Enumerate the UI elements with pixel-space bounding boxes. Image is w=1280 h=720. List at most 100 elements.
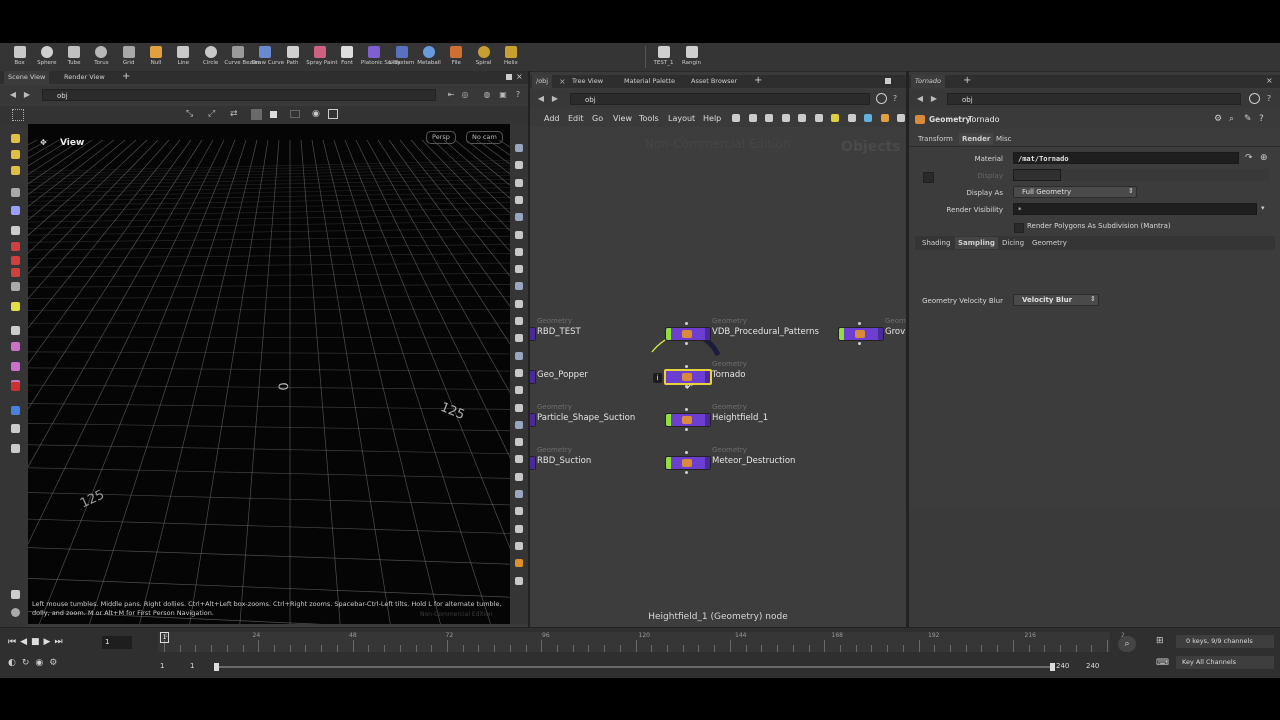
display-option-icon[interactable] bbox=[515, 368, 523, 377]
node-name-field[interactable]: Tornado bbox=[968, 114, 1138, 126]
node-body[interactable] bbox=[664, 369, 712, 385]
loop-icon[interactable]: ↻ bbox=[22, 658, 36, 668]
menu-view[interactable]: View bbox=[613, 114, 632, 123]
node-info-badge[interactable]: i bbox=[653, 373, 662, 383]
menu-add[interactable]: Add bbox=[544, 114, 560, 123]
input-connector[interactable] bbox=[685, 322, 688, 325]
range-start-handle[interactable] bbox=[214, 663, 219, 671]
shelf-tool-font[interactable]: Font bbox=[334, 44, 361, 70]
shelf-tool-helix[interactable]: Helix bbox=[497, 44, 524, 70]
shelf-tool-box[interactable]: Box bbox=[6, 44, 33, 70]
node-flag-right[interactable] bbox=[530, 414, 535, 426]
params-path-field[interactable]: obj bbox=[947, 93, 1241, 105]
display-option-icon[interactable] bbox=[515, 524, 523, 533]
jump-end-icon[interactable]: ⏭ bbox=[54, 637, 66, 647]
tab-tornado[interactable]: Tornado bbox=[911, 75, 946, 88]
display-mode-icon[interactable] bbox=[270, 111, 277, 118]
record-icon[interactable] bbox=[11, 256, 20, 265]
stop-icon[interactable]: ■ bbox=[31, 637, 44, 647]
node-flag-right[interactable] bbox=[705, 414, 710, 426]
output-connector[interactable] bbox=[685, 385, 688, 388]
shelf-tool-platonic-solids[interactable]: Platonic Solids bbox=[361, 44, 401, 70]
node-body[interactable] bbox=[838, 327, 884, 341]
node-flag-right[interactable] bbox=[530, 457, 535, 469]
node-body[interactable] bbox=[530, 327, 536, 341]
pane-close-icon[interactable]: × bbox=[1266, 75, 1273, 87]
display-option-icon[interactable] bbox=[515, 317, 523, 325]
display-option-icon[interactable] bbox=[515, 541, 523, 550]
view-reset-icon[interactable] bbox=[11, 608, 20, 617]
display-option-icon[interactable] bbox=[515, 195, 523, 204]
search-icon[interactable] bbox=[897, 114, 905, 122]
node-body[interactable] bbox=[530, 456, 536, 470]
viewport-path-field[interactable]: obj bbox=[42, 89, 436, 101]
3d-viewport[interactable]: ✥ View Persp No cam 125 0 125 Left mouse… bbox=[28, 124, 510, 624]
key-all-channels-menu[interactable]: Key All Channels bbox=[1176, 656, 1274, 669]
display-option-icon[interactable] bbox=[515, 386, 523, 395]
help-icon[interactable]: ? bbox=[1259, 114, 1264, 124]
display-flag[interactable] bbox=[666, 328, 671, 340]
tab-tree-view[interactable]: Tree View bbox=[568, 75, 607, 88]
display-option-icon[interactable] bbox=[515, 161, 523, 170]
jump-start-icon[interactable]: ⏮ bbox=[8, 637, 20, 647]
magnet-red-icon[interactable] bbox=[11, 382, 20, 391]
select-icon[interactable] bbox=[11, 166, 20, 175]
node-flag-right[interactable] bbox=[530, 371, 535, 383]
display-option-icon[interactable] bbox=[515, 334, 523, 343]
material-field[interactable]: /mat/Tornado bbox=[1013, 152, 1239, 164]
menu-edit[interactable]: Edit bbox=[568, 114, 584, 123]
output-connector[interactable] bbox=[858, 342, 861, 345]
forward-icon[interactable]: ▶ bbox=[550, 94, 560, 104]
move-icon[interactable] bbox=[11, 282, 20, 291]
lasso-icon[interactable] bbox=[11, 406, 20, 415]
input-connector[interactable] bbox=[685, 408, 688, 411]
snapshot-icon[interactable]: ◍ bbox=[482, 90, 492, 100]
pin-icon[interactable] bbox=[11, 226, 20, 235]
channel-icon[interactable]: ⊞ bbox=[1156, 636, 1164, 646]
shelf-tool-draw-curve[interactable]: Draw Curve bbox=[252, 44, 284, 70]
tab-transform[interactable]: Transform bbox=[915, 133, 956, 145]
jump-icon[interactable]: ↷ bbox=[1245, 153, 1253, 163]
network-editor[interactable]: Non-Commercial Edition Objects i ➚ Heigh… bbox=[530, 127, 906, 627]
end-frame-field[interactable]: 240 bbox=[1086, 662, 1099, 670]
handle-icon[interactable] bbox=[11, 150, 20, 159]
measure-icon[interactable] bbox=[11, 326, 20, 335]
subdivision-checkbox[interactable] bbox=[1014, 223, 1024, 233]
display-option-icon[interactable] bbox=[515, 144, 523, 152]
display-as-dropdown[interactable]: Full Geometry bbox=[1013, 186, 1137, 198]
camera-menu[interactable]: No cam bbox=[466, 131, 503, 144]
display-option-icon[interactable] bbox=[515, 178, 523, 187]
display-option-icon[interactable] bbox=[515, 282, 523, 291]
display-option-icon[interactable] bbox=[515, 403, 523, 412]
menu-help[interactable]: Help bbox=[703, 114, 721, 123]
tab-scene-view[interactable]: Scene View bbox=[4, 71, 50, 84]
help-icon[interactable]: ? bbox=[890, 94, 900, 104]
output-connector[interactable] bbox=[685, 428, 688, 431]
node-flag-right[interactable] bbox=[705, 457, 710, 469]
keys-info-menu[interactable]: 0 keys, 9/9 channels bbox=[1176, 635, 1274, 648]
flag-icon[interactable] bbox=[864, 114, 872, 122]
menu-go[interactable]: Go bbox=[592, 114, 603, 123]
range-slider[interactable] bbox=[218, 666, 1052, 668]
display-option-icon[interactable] bbox=[515, 351, 523, 360]
display-option-icon[interactable] bbox=[515, 420, 523, 429]
pane-menu-icon[interactable] bbox=[506, 74, 512, 80]
tab-misc[interactable]: Misc bbox=[993, 133, 1014, 145]
realtime-icon[interactable]: ◉ bbox=[35, 658, 49, 668]
render-visibility-field[interactable]: * bbox=[1013, 203, 1257, 215]
red-tool-icon[interactable] bbox=[11, 242, 20, 251]
tab-shading[interactable]: Shading bbox=[919, 237, 953, 249]
current-frame-field[interactable]: 1 bbox=[102, 636, 132, 649]
shelf-tool-null[interactable]: Null bbox=[143, 44, 170, 70]
edit-icon[interactable]: ✎ bbox=[1244, 114, 1252, 124]
link-icon[interactable]: ◎ bbox=[460, 90, 470, 100]
add-tab-icon[interactable]: + bbox=[754, 75, 762, 87]
gear-icon[interactable]: ⚙ bbox=[1214, 114, 1222, 124]
display-option-icon[interactable] bbox=[515, 576, 523, 585]
back-icon[interactable]: ◀ bbox=[536, 94, 546, 104]
output-connector[interactable] bbox=[685, 342, 688, 345]
lock-icon[interactable] bbox=[11, 206, 20, 215]
shelf-tool-grid[interactable]: Grid bbox=[115, 44, 142, 70]
tab-sampling[interactable]: Sampling bbox=[955, 237, 998, 249]
tab-render[interactable]: Render bbox=[959, 133, 994, 145]
